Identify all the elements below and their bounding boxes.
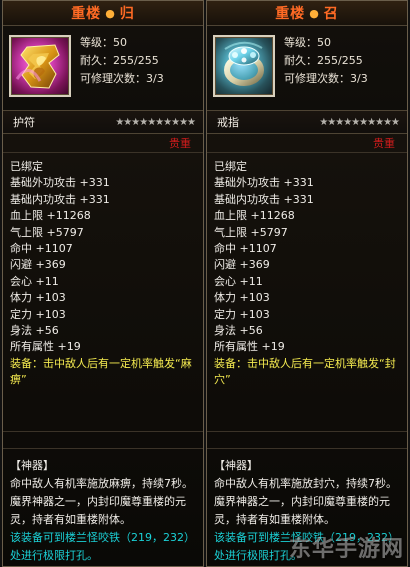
right-name-row: 戒指 ★★★★★★★★★★ <box>207 111 407 134</box>
right-desc-line-2: 魔界神器之一，内封印魔尊重楼的元灵，持者有如重楼附体。 <box>214 495 390 526</box>
left-title-prefix: 重楼 <box>71 6 102 22</box>
right-attr-1: 基础外功攻击 +331 <box>214 176 314 190</box>
right-attr-11: 所有属性 +19 <box>214 340 285 354</box>
right-quality-label: 贵重 <box>373 137 395 150</box>
right-top-info: 等级：50 耐久：255/255 可修理次数：3/3 <box>207 26 407 111</box>
left-quality-row: 贵重 <box>3 134 203 153</box>
right-level: 等级：50 <box>284 36 331 49</box>
left-quality-label: 贵重 <box>169 137 191 150</box>
left-attributes: 已绑定 基础外功攻击 +331 基础内功攻击 +331 血上限 +11268 气… <box>3 153 203 423</box>
left-title-bar: 重楼 ● 归 <box>3 1 203 26</box>
left-attr-5: 命中 +1107 <box>10 242 73 256</box>
item-compare-window: 重楼 ● 归 等级：50 耐久：255/255 可修理次数：3/3 护符 ★★★… <box>0 0 410 567</box>
right-title-dot: ● <box>309 6 320 20</box>
left-attr-8: 体力 +103 <box>10 291 66 305</box>
ring-icon <box>224 41 264 86</box>
left-description: 【神器】 命中敌人有机率施放麻痹，持续7秒。 魔界神器之一，内封印魔尊重楼的元灵… <box>3 449 203 565</box>
right-stats: 等级：50 耐久：255/255 可修理次数：3/3 <box>284 34 368 88</box>
left-star-rating: ★★★★★★★★★★ <box>115 116 196 128</box>
right-repair-count: 可修理次数：3/3 <box>284 72 368 85</box>
right-attr-12: 装备：击中敌人后有一定机率触发“封穴” <box>214 356 396 387</box>
left-attr-10: 身法 +56 <box>10 324 59 338</box>
left-desc-title: 【神器】 <box>10 459 54 472</box>
left-item-panel: 重楼 ● 归 等级：50 耐久：255/255 可修理次数：3/3 护符 ★★★… <box>2 0 204 567</box>
left-attr-2: 基础内功攻击 +331 <box>10 192 110 206</box>
right-attributes: 已绑定 基础外功攻击 +331 基础内功攻击 +331 血上限 +11268 气… <box>207 153 407 423</box>
left-desc-line-1: 命中敌人有机率施放麻痹，持续7秒。 <box>10 477 193 490</box>
left-attr-6: 闪避 +369 <box>10 258 66 272</box>
right-attr-7: 会心 +11 <box>214 274 263 288</box>
right-attr-8: 体力 +103 <box>214 291 270 305</box>
right-item-name: 戒指 <box>217 116 239 129</box>
right-attr-5: 命中 +1107 <box>214 242 277 256</box>
right-star-rating: ★★★★★★★★★★ <box>319 116 400 128</box>
left-level: 等级：50 <box>80 36 127 49</box>
right-quality-row: 贵重 <box>207 134 407 153</box>
left-attr-4: 气上限 +5797 <box>10 225 84 239</box>
left-name-row: 护符 ★★★★★★★★★★ <box>3 111 203 134</box>
right-desc-title: 【神器】 <box>214 459 258 472</box>
right-attr-3: 血上限 +11268 <box>214 209 295 223</box>
site-watermark: 东华手游网 <box>288 537 404 562</box>
right-durability: 耐久：255/255 <box>284 54 363 67</box>
left-attr-11: 所有属性 +19 <box>10 340 81 354</box>
right-title-prefix: 重楼 <box>275 6 306 22</box>
left-attr-1: 基础外功攻击 +331 <box>10 176 110 190</box>
left-title-suffix: 归 <box>119 6 135 22</box>
left-desc-line-3: 该装备可到楼兰怪咬铁（219，232）处进行极限打孔。 <box>10 531 195 562</box>
right-divider <box>207 431 407 449</box>
left-durability: 耐久：255/255 <box>80 54 159 67</box>
left-desc-line-2: 魔界神器之一，内封印魔尊重楼的元灵，持者有如重楼附体。 <box>10 495 186 526</box>
right-attr-4: 气上限 +5797 <box>214 225 288 239</box>
amulet-icon <box>15 44 60 89</box>
right-attr-10: 身法 +56 <box>214 324 263 338</box>
left-attr-9: 定力 +103 <box>10 307 66 321</box>
left-repair-count: 可修理次数：3/3 <box>80 72 164 85</box>
right-attr-6: 闪避 +369 <box>214 258 270 272</box>
right-item-icon <box>213 35 275 97</box>
left-stats: 等级：50 耐久：255/255 可修理次数：3/3 <box>80 34 164 88</box>
left-divider <box>3 431 203 449</box>
right-attr-9: 定力 +103 <box>214 307 270 321</box>
right-desc-line-1: 命中敌人有机率施放封穴，持续7秒。 <box>214 477 397 490</box>
right-title-suffix: 召 <box>323 6 339 22</box>
left-title-dot: ● <box>105 6 116 20</box>
left-attr-3: 血上限 +11268 <box>10 209 91 223</box>
right-title-bar: 重楼 ● 召 <box>207 1 407 26</box>
left-top-info: 等级：50 耐久：255/255 可修理次数：3/3 <box>3 26 203 111</box>
right-item-panel: 重楼 ● 召 等级：50 耐久：255/255 可修理次数：3/3 戒指 ★★★… <box>206 0 408 567</box>
left-attr-0: 已绑定 <box>10 160 43 173</box>
left-item-name: 护符 <box>13 116 35 129</box>
right-attr-2: 基础内功攻击 +331 <box>214 192 314 206</box>
left-attr-7: 会心 +11 <box>10 274 59 288</box>
left-item-icon <box>9 35 71 97</box>
left-attr-12: 装备：击中敌人后有一定机率触发“麻痹” <box>10 356 192 387</box>
right-attr-0: 已绑定 <box>214 160 247 173</box>
